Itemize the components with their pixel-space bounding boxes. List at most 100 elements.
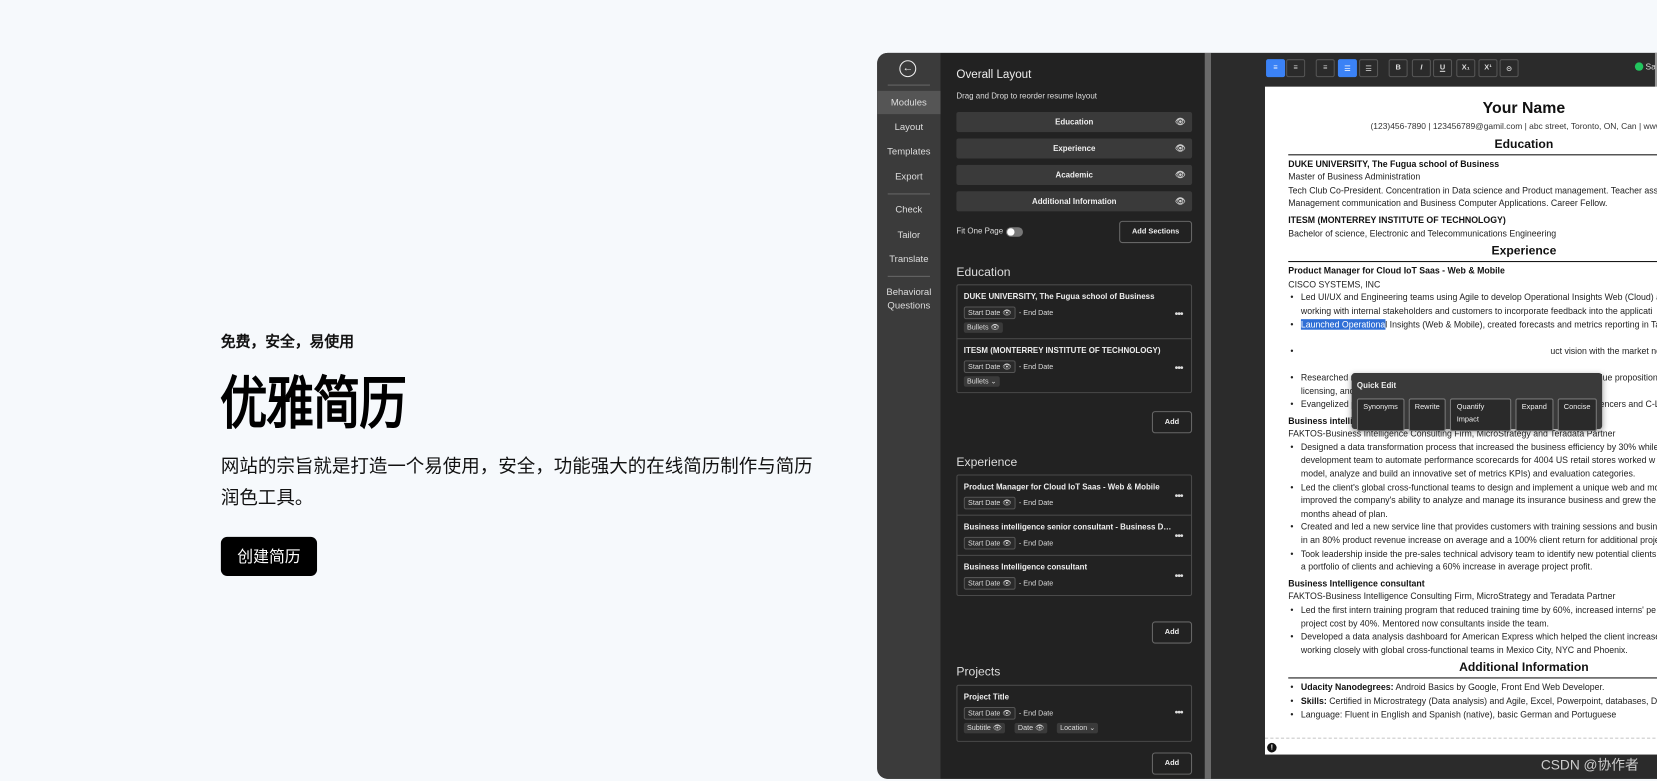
location-chip[interactable]: Location ⌄	[1056, 722, 1099, 734]
quick-edit-popup: Quick Edit Synonyms Rewrite Quantify Imp…	[1351, 373, 1603, 431]
list-item[interactable]: Project Title Start Date 👁 - End Date Sub…	[957, 686, 1191, 741]
start-date-chip[interactable]: Start Date 👁	[963, 306, 1016, 320]
back-icon[interactable]: ←	[899, 60, 917, 78]
bullets-chip[interactable]: Bullets 👁	[963, 322, 1003, 333]
edu-line: Tech Club Co-President. Concentration in…	[1288, 184, 1657, 196]
list-item[interactable]: Business intelligence senior consultant …	[957, 516, 1192, 556]
add-project-button[interactable]: Add	[1151, 752, 1193, 775]
layout-item-label: Additional Information	[1031, 196, 1117, 207]
layout-item-academic[interactable]: Academic 👁	[956, 164, 1193, 185]
sidebar-item-templates[interactable]: Templates	[877, 145, 940, 158]
sidebar-item-export[interactable]: Export	[877, 170, 940, 183]
concise-button[interactable]: Concise	[1557, 397, 1597, 431]
underline-icon[interactable]: U	[1433, 59, 1453, 78]
subscript-icon[interactable]: X₁	[1456, 59, 1476, 78]
numbered-list-icon[interactable]: ☰	[1359, 59, 1379, 78]
rewrite-button[interactable]: Rewrite	[1408, 397, 1447, 431]
education-section-title: Education	[956, 266, 1011, 279]
chip-label: Bullets	[966, 324, 989, 332]
layout-item-label: Academic	[1055, 170, 1093, 180]
bullet-line	[1288, 331, 1657, 344]
fit-one-page-toggle[interactable]	[1006, 226, 1024, 237]
sidebar-item-tailor[interactable]: Tailor	[877, 228, 940, 241]
more-icon[interactable]: •••	[1175, 707, 1184, 719]
bold-icon[interactable]: B	[1388, 59, 1408, 78]
sidebar-item-modules[interactable]: Modules	[877, 90, 941, 115]
start-date-chip[interactable]: Start Date 👁	[963, 706, 1016, 720]
list-item[interactable]: Business Intelligence consultant Start Da…	[957, 556, 1191, 595]
sidebar-item-layout[interactable]: Layout	[877, 120, 940, 133]
item-title: Business intelligence senior consultant …	[963, 522, 1175, 532]
synonyms-button[interactable]: Synonyms	[1356, 397, 1405, 431]
item-title: Project Title	[963, 692, 1010, 702]
sidebar-item-check[interactable]: Check	[877, 203, 940, 216]
chip-label: Date	[1017, 724, 1034, 733]
bullet-line	[1288, 358, 1657, 371]
divider	[887, 275, 930, 277]
eye-icon[interactable]: 👁	[1175, 138, 1186, 158]
bullet-line: Led the client's global cross-functional…	[1288, 480, 1657, 493]
bullet-line: Designed a data transformation process t…	[1288, 441, 1657, 454]
item-title: DUKE UNIVERSITY, The Fugua school of Bus…	[963, 291, 1155, 302]
text-selection[interactable]: Launched Operationa	[1301, 318, 1386, 330]
bullet-line: Language: Fluent in English and Spanish …	[1288, 708, 1657, 721]
more-icon[interactable]: •••	[1175, 571, 1184, 583]
bullet-line: Created and led a new service line that …	[1288, 520, 1657, 533]
align-left-icon[interactable]: ≡	[1266, 59, 1286, 78]
bullet-line: model, analyze and build an innovative s…	[1300, 468, 1636, 479]
add-experience-button[interactable]: Add	[1151, 621, 1193, 644]
more-icon[interactable]: •••	[1175, 309, 1184, 321]
expand-button[interactable]: Expand	[1515, 397, 1554, 431]
date-chip[interactable]: Date 👁	[1014, 722, 1048, 734]
align-justify-icon[interactable]: ≡	[1286, 59, 1306, 78]
chip-label: Start Date	[968, 540, 1001, 548]
list-item[interactable]: DUKE UNIVERSITY, The Fugua school of Bus…	[957, 285, 1192, 340]
sidebar-item-behavioral-questions[interactable]: Behavioral Questions	[877, 285, 940, 312]
bullet-list-icon[interactable]: ☰	[1337, 59, 1357, 78]
hero-title: 优雅简历	[219, 371, 407, 436]
eye-icon[interactable]: 👁	[1175, 165, 1186, 185]
italic-icon[interactable]: I	[1411, 59, 1431, 78]
layout-item-education[interactable]: Education 👁	[956, 112, 1193, 133]
chip-label: Start Date	[968, 363, 1001, 371]
subtitle-chip[interactable]: Subtitle 👁	[963, 722, 1006, 734]
add-sections-button[interactable]: Add Sections	[1119, 220, 1193, 244]
resume-name: Your Name	[1482, 99, 1566, 118]
start-date-chip[interactable]: Start Date 👁	[963, 536, 1016, 550]
bullet-text: l Insights (Web & Mobile), created forec…	[1385, 318, 1657, 330]
add-education-button[interactable]: Add	[1151, 411, 1193, 434]
resume-section-additional-information: Additional Information	[1288, 661, 1657, 679]
chip-label: Bullets	[966, 378, 989, 386]
eye-icon[interactable]: 👁	[1175, 112, 1186, 132]
superscript-icon[interactable]: X¹	[1478, 59, 1498, 78]
more-icon[interactable]: •••	[1175, 531, 1184, 543]
sidebar-item-translate[interactable]: Translate	[877, 253, 940, 266]
start-date-chip[interactable]: Start Date 👁	[963, 360, 1016, 374]
hero-description: 网站的宗旨就是打造一个易使用，安全，功能强大的在线简历制作与简历润色工具。	[220, 455, 813, 509]
end-date: - End Date	[1018, 539, 1054, 547]
layout-item-additional-information[interactable]: Additional Information 👁	[956, 191, 1193, 212]
list-item[interactable]: Product Manager for Cloud IoT Saas - Web…	[957, 476, 1192, 516]
bullet-text: Language: Fluent in English and Spanish …	[1300, 708, 1617, 720]
bullet-line: Udacity Nanodegrees: Android Basics by G…	[1288, 681, 1657, 694]
bullet-line: improved the company's ability to analyz…	[1300, 494, 1657, 506]
resume-paper[interactable]: Your Name (123)456-7890 | 123456789@gami…	[1264, 86, 1657, 755]
bullet-line: Developed a data analysis dashboard for …	[1288, 630, 1657, 643]
more-icon[interactable]: •••	[1175, 362, 1184, 374]
edu-line: Management communication and Business Co…	[1288, 198, 1608, 209]
link-icon[interactable]: ⊝	[1499, 59, 1519, 78]
layout-item-experience[interactable]: Experience 👁	[956, 138, 1193, 159]
list-item[interactable]: ITESM (MONTERREY INSTITUTE OF TECHNOLOGY…	[957, 339, 1191, 392]
more-icon[interactable]: •••	[1175, 490, 1184, 502]
eye-icon[interactable]: 👁	[1175, 191, 1186, 211]
chip-label: Start Date	[968, 499, 1001, 508]
create-resume-button[interactable]: 创建简历	[220, 536, 318, 576]
item-title: ITESM (MONTERREY INSTITUTE OF TECHNOLOGY…	[963, 345, 1161, 356]
start-date-chip[interactable]: Start Date 👁	[963, 496, 1016, 510]
align-right-icon[interactable]: ≡	[1315, 59, 1335, 78]
bullets-chip[interactable]: Bullets ⌄	[963, 376, 1000, 387]
start-date-chip[interactable]: Start Date 👁	[963, 577, 1016, 590]
quantify-impact-button[interactable]: Quantify Impact	[1450, 397, 1512, 431]
alert-icon[interactable]: !	[1267, 742, 1277, 753]
bullet-line: months ahead of plan.	[1300, 508, 1388, 519]
